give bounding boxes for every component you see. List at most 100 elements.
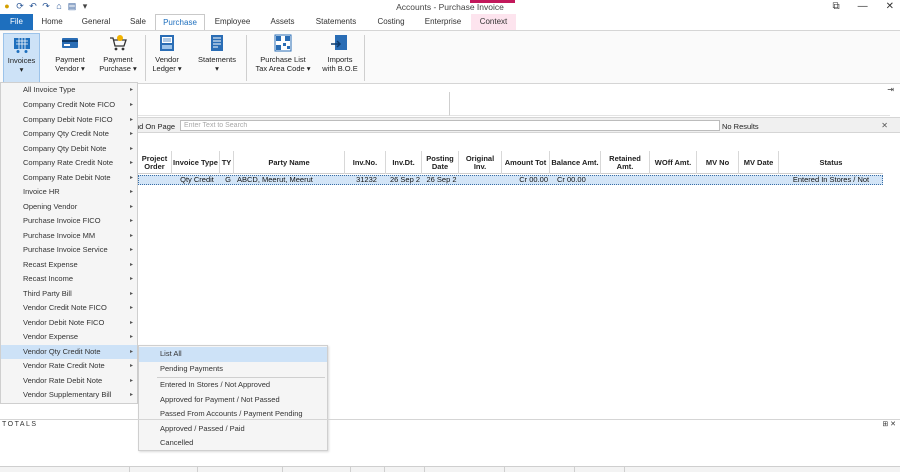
submenu-arrow-icon: ▸ — [129, 232, 133, 239]
tab-file[interactable]: File — [0, 14, 33, 30]
clear-search-icon[interactable]: ✕ — [881, 121, 888, 130]
menu-item-company-credit-note-fico[interactable]: Company Credit Note FICO ▸ — [1, 98, 137, 113]
menu-item-recast-income[interactable]: Recast Income ▸ — [1, 272, 137, 287]
menu-item-label: Vendor Qty Credit Note — [23, 346, 101, 356]
restore-icon[interactable]: ⧉ — [832, 1, 839, 12]
status-bar — [0, 466, 900, 472]
menu-item-vendor-supplementary-bill[interactable]: Vendor Supplementary Bill ▸ — [1, 388, 137, 403]
tab-purchase[interactable]: Purchase — [155, 14, 205, 30]
menu-item-label: Opening Vendor — [23, 201, 78, 211]
column-header[interactable]: Project Order — [138, 151, 172, 174]
table-cell: 26 Sep 2 — [389, 176, 421, 184]
menu-item-label: Third Party Bill — [23, 288, 72, 298]
column-header[interactable]: Party Name — [234, 151, 345, 174]
submenu-item-cancelled[interactable]: Cancelled — [139, 436, 327, 451]
payment-vendor-line1: Payment — [55, 55, 85, 64]
column-header[interactable]: Inv.No. — [345, 151, 386, 174]
menu-item-label: Vendor Expense — [23, 332, 79, 341]
status-bar-segment — [575, 467, 625, 472]
tab-general[interactable]: General — [71, 14, 121, 30]
imports-line2: with B.O.E — [322, 64, 358, 73]
search-input[interactable] — [180, 120, 720, 131]
qr-code-icon — [274, 34, 292, 52]
menu-item-vendor-rate-debit-note[interactable]: Vendor Rate Debit Note ▸ — [1, 374, 137, 389]
close-icon[interactable]: ✕ — [886, 1, 894, 12]
menu-item-vendor-expense[interactable]: Vendor Expense ▸ — [1, 330, 137, 345]
statements-button[interactable]: Statements ▾ — [194, 33, 240, 83]
menu-item-vendor-debit-note-fico[interactable]: Vendor Debit Note FICO ▸ — [1, 316, 137, 331]
submenu-arrow-icon: ▸ — [129, 290, 133, 297]
payment-vendor-line2: Vendor — [55, 64, 79, 73]
menu-item-company-qty-credit-note[interactable]: Company Qty Credit Note ▸ — [1, 127, 137, 142]
menu-item-purchase-invoice-service[interactable]: Purchase Invoice Service ▸ — [1, 243, 137, 258]
menu-item-label: Company Qty Credit Note — [23, 129, 109, 138]
tab-assets[interactable]: Assets — [260, 14, 305, 30]
tab-statements[interactable]: Statements — [305, 14, 367, 30]
ribbon-separator — [364, 35, 365, 81]
invoices-button[interactable]: Invoices ▾ — [3, 33, 40, 83]
purchase-list-tax-area-button[interactable]: Purchase List Tax Area Code ▾ — [252, 33, 314, 83]
menu-item-company-debit-note-fico[interactable]: Company Debit Note FICO ▸ — [1, 113, 137, 128]
submenu-item-list-all[interactable]: List All — [139, 347, 327, 362]
column-header[interactable]: Retained Amt. — [601, 151, 650, 174]
menu-item-label: Purchase Invoice Service — [23, 245, 108, 254]
status-bar-segment — [130, 467, 198, 472]
menu-item-invoice-hr[interactable]: Invoice HR ▸ — [1, 185, 137, 200]
submenu-arrow-icon: ▸ — [129, 189, 133, 195]
tab-context[interactable]: Context — [471, 14, 516, 30]
invoice-type-menu: All Invoice Type ▸ Company Credit Note FI… — [0, 82, 138, 404]
table-cell: ABCD, Meerut, Meerut — [237, 176, 313, 184]
menu-item-purchase-invoice-fico[interactable]: Purchase Invoice FICO ▸ — [1, 214, 137, 229]
column-header[interactable]: TY — [220, 151, 234, 174]
shopping-cart-icon — [13, 38, 30, 53]
tab-costing[interactable]: Costing — [367, 14, 415, 30]
tab-home[interactable]: Home — [33, 14, 71, 30]
column-header[interactable]: Invoice Type — [172, 151, 220, 174]
column-header[interactable]: Balance Amt. — [550, 151, 601, 174]
submenu-item-pending-payments[interactable]: Pending Payments — [139, 362, 327, 377]
payment-purchase-button[interactable]: Payment Purchase ▾ — [96, 33, 140, 83]
submenu-arrow-icon: ▸ — [129, 160, 133, 166]
menu-item-company-rate-credit-note[interactable]: Company Rate Credit Note ▸ — [1, 156, 137, 171]
menu-item-vendor-rate-credit-note[interactable]: Vendor Rate Credit Note ▸ — [1, 359, 137, 374]
submenu-item-approved-for-payment[interactable]: Approved for Payment / Not Passed — [139, 393, 327, 408]
totals-panel-controls[interactable]: ⊞ ✕ — [882, 420, 896, 428]
submenu-arrow-icon: ▸ — [129, 392, 133, 398]
menu-item-third-party-bill[interactable]: Third Party Bill ▸ — [1, 287, 137, 302]
submenu-arrow-icon: ▸ — [129, 377, 133, 384]
column-header[interactable]: MV Date — [739, 151, 779, 174]
table-cell: Cr 00.00 — [519, 176, 548, 184]
column-header[interactable]: Amount Tot — [502, 151, 550, 174]
ribbon-separator — [145, 35, 146, 81]
menu-item-recast-expense[interactable]: Recast Expense ▸ — [1, 258, 137, 273]
tab-employee[interactable]: Employee — [205, 14, 260, 30]
column-header[interactable]: Status — [779, 151, 883, 174]
menu-item-all-invoice-type[interactable]: All Invoice Type ▸ — [1, 83, 137, 98]
table-row[interactable]: Qty Credit G ABCD, Meerut, Meerut 31232 … — [138, 175, 883, 185]
submenu-item-entered-in-stores[interactable]: Entered In Stores / Not Approved — [139, 378, 327, 393]
vendor-ledger-line1: Vendor — [155, 55, 179, 64]
menu-item-label: Company Rate Credit Note — [23, 158, 114, 167]
menu-item-company-rate-debit-note[interactable]: Company Rate Debit Note ▸ — [1, 171, 137, 186]
menu-item-company-qty-debit-note[interactable]: Company Qty Debit Note ▸ — [1, 142, 137, 157]
column-header[interactable]: Posting Date — [422, 151, 459, 174]
imports-boe-button[interactable]: Imports with B.O.E — [320, 33, 360, 83]
submenu-arrow-icon: ▸ — [129, 276, 133, 282]
menu-item-label: Purchase Invoice MM — [23, 230, 96, 240]
menu-item-label: Company Qty Debit Note — [23, 143, 107, 153]
payment-vendor-button[interactable]: Payment Vendor ▾ — [50, 33, 90, 83]
column-header[interactable]: Inv.Dt. — [386, 151, 422, 174]
column-header[interactable]: MV No — [697, 151, 739, 174]
menu-item-vendor-credit-note-fico[interactable]: Vendor Credit Note FICO ▸ — [1, 301, 137, 316]
tab-sale[interactable]: Sale — [121, 14, 155, 30]
table-cell — [651, 176, 698, 184]
minimize-icon[interactable]: — — [858, 1, 868, 12]
submenu-arrow-icon: ▸ — [129, 218, 133, 224]
tab-enterprise[interactable]: Enterprise — [415, 14, 471, 30]
column-header[interactable]: WOff Amt. — [650, 151, 697, 174]
menu-item-opening-vendor[interactable]: Opening Vendor ▸ — [1, 200, 137, 215]
menu-item-purchase-invoice-mm[interactable]: Purchase Invoice MM ▸ — [1, 229, 137, 244]
column-header[interactable]: Original Inv. — [459, 151, 502, 174]
menu-item-vendor-qty-credit-note[interactable]: Vendor Qty Credit Note ▸ — [1, 344, 137, 359]
vendor-ledger-button[interactable]: Vendor Ledger ▾ — [148, 33, 186, 83]
